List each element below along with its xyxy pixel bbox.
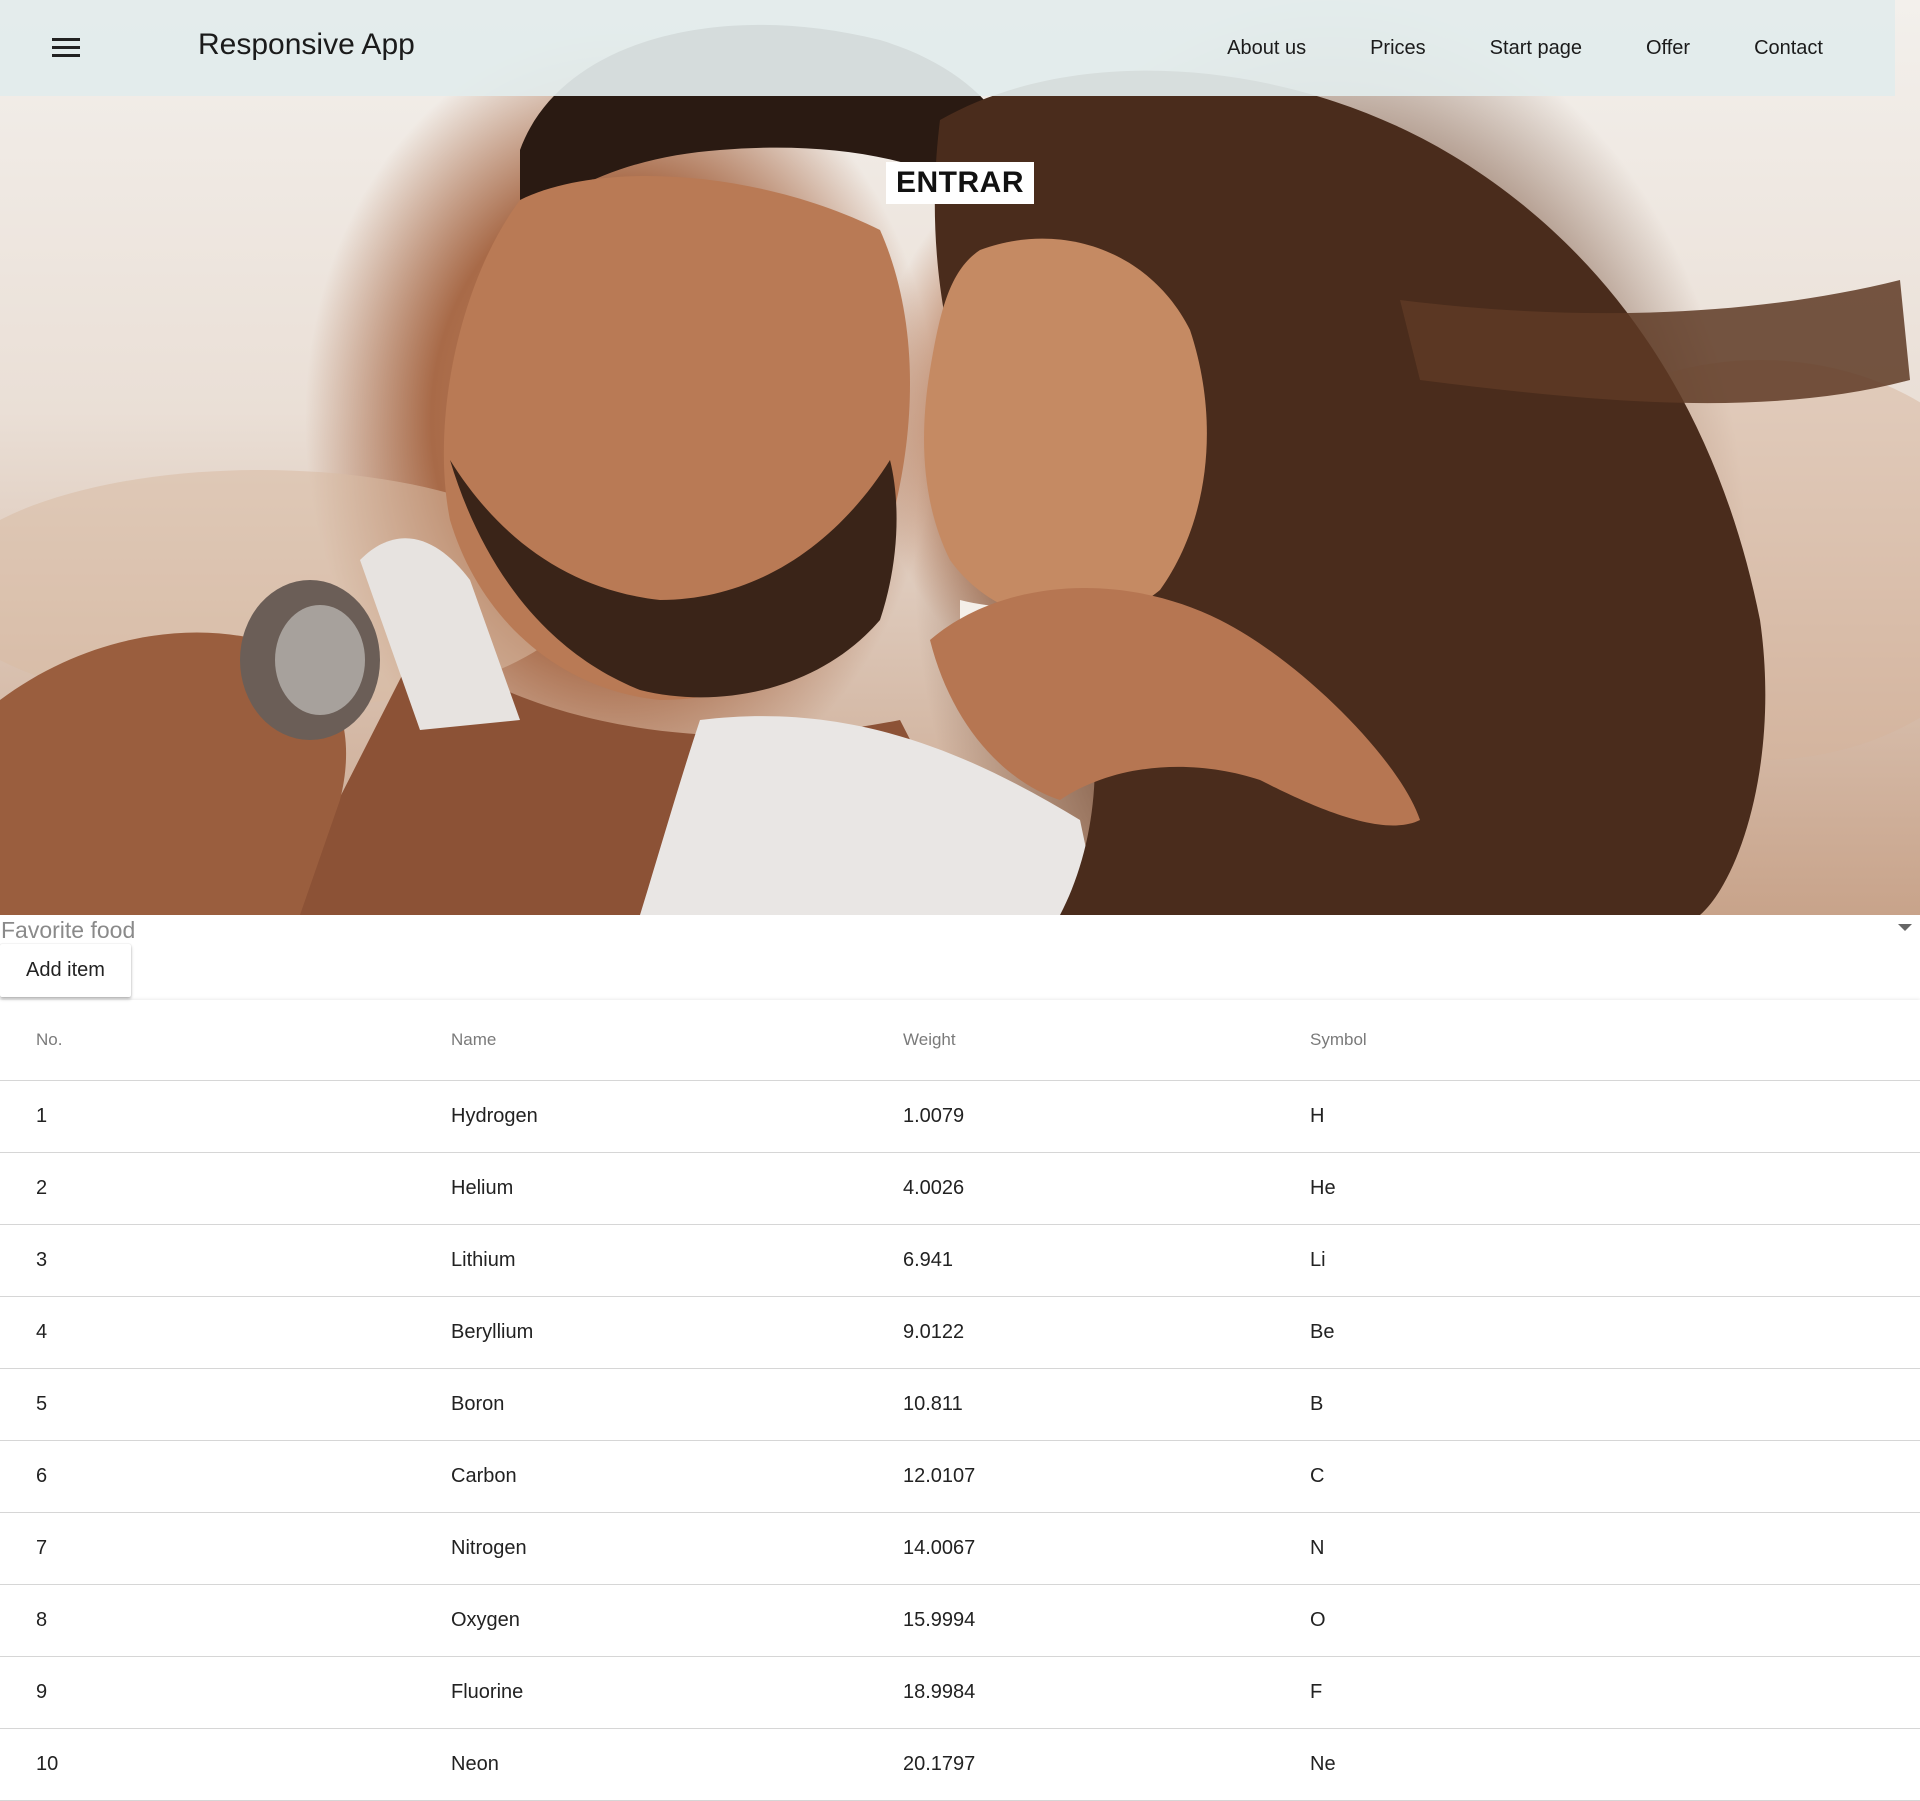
elements-table: No. Name Weight Symbol 1 Hydrogen 1.0079… <box>0 1000 1920 1801</box>
cell-symbol: Ne <box>1310 1753 1336 1775</box>
cell-weight: 1.0079 <box>903 1105 965 1127</box>
add-item-button[interactable]: Add item <box>0 944 131 997</box>
cell-no: 3 <box>36 1249 48 1271</box>
table-row: 9 Fluorine 18.9984 F <box>0 1657 1920 1729</box>
nav-offer[interactable]: Offer <box>1614 37 1722 60</box>
table-row: 1 Hydrogen 1.0079 H <box>0 1081 1920 1153</box>
top-app-bar: Responsive App About us Prices Start pag… <box>0 0 1895 96</box>
cell-symbol: O <box>1310 1609 1326 1631</box>
cell-name: Nitrogen <box>451 1537 527 1559</box>
cell-symbol: Li <box>1310 1249 1326 1271</box>
nav-start-page[interactable]: Start page <box>1458 37 1614 60</box>
cell-weight: 4.0026 <box>903 1177 965 1199</box>
cell-no: 5 <box>36 1393 48 1415</box>
cell-no: 4 <box>36 1321 48 1343</box>
cell-weight: 10.811 <box>903 1393 963 1415</box>
cell-no: 8 <box>36 1609 48 1631</box>
table-row: 10 Neon 20.1797 Ne <box>0 1729 1920 1801</box>
cell-no: 1 <box>36 1105 48 1127</box>
table-row: 4 Beryllium 9.0122 Be <box>0 1297 1920 1369</box>
cell-weight: 9.0122 <box>903 1321 965 1343</box>
cell-symbol: He <box>1310 1177 1336 1199</box>
table-header-row: No. Name Weight Symbol <box>0 1000 1920 1081</box>
cell-name: Helium <box>451 1177 514 1199</box>
cell-no: 2 <box>36 1177 48 1199</box>
table-row: 3 Lithium 6.941 Li <box>0 1225 1920 1297</box>
cell-name: Hydrogen <box>451 1105 538 1127</box>
hero-photo <box>0 0 1920 915</box>
app-title: Responsive App <box>198 28 415 61</box>
table-row: 6 Carbon 12.0107 C <box>0 1441 1920 1513</box>
cell-no: 10 <box>36 1753 59 1775</box>
cell-weight: 20.1797 <box>903 1753 976 1775</box>
cell-symbol: Be <box>1310 1321 1335 1343</box>
cell-name: Boron <box>451 1393 505 1415</box>
cell-weight: 18.9984 <box>903 1681 976 1703</box>
select-placeholder: Favorite food <box>1 917 136 943</box>
column-header-weight[interactable]: Weight <box>903 1000 956 1080</box>
table-row: 7 Nitrogen 14.0067 N <box>0 1513 1920 1585</box>
dropdown-arrow-icon <box>1898 924 1912 931</box>
cell-name: Oxygen <box>451 1609 520 1631</box>
cell-no: 7 <box>36 1537 48 1559</box>
cell-name: Carbon <box>451 1465 517 1487</box>
cell-name: Fluorine <box>451 1681 524 1703</box>
cell-symbol: N <box>1310 1537 1325 1559</box>
entrar-button[interactable]: ENTRAR <box>886 162 1034 204</box>
cell-weight: 15.9994 <box>903 1609 976 1631</box>
hero-photo-illustration <box>0 24 1920 915</box>
cell-name: Beryllium <box>451 1321 534 1343</box>
column-header-no[interactable]: No. <box>36 1000 62 1080</box>
cell-no: 9 <box>36 1681 48 1703</box>
main-nav: About us Prices Start page Offer Contact <box>1195 0 1855 96</box>
cell-symbol: F <box>1310 1681 1323 1703</box>
cell-symbol: C <box>1310 1465 1325 1487</box>
cell-weight: 12.0107 <box>903 1465 976 1487</box>
page: Responsive App About us Prices Start pag… <box>0 0 1920 1801</box>
hamburger-icon <box>52 38 80 58</box>
column-header-symbol[interactable]: Symbol <box>1310 1000 1367 1080</box>
cell-weight: 14.0067 <box>903 1537 976 1559</box>
cell-no: 6 <box>36 1465 48 1487</box>
table-row: 2 Helium 4.0026 He <box>0 1153 1920 1225</box>
table-row: 5 Boron 10.811 B <box>0 1369 1920 1441</box>
table-row: 8 Oxygen 15.9994 O <box>0 1585 1920 1657</box>
menu-button[interactable] <box>40 26 92 70</box>
favorite-food-select[interactable]: Favorite food <box>0 916 1920 943</box>
cell-symbol: H <box>1310 1105 1325 1127</box>
cell-name: Neon <box>451 1753 499 1775</box>
cell-weight: 6.941 <box>903 1249 954 1271</box>
nav-about-us[interactable]: About us <box>1195 37 1338 60</box>
cell-name: Lithium <box>451 1249 516 1271</box>
nav-prices[interactable]: Prices <box>1338 37 1458 60</box>
nav-contact[interactable]: Contact <box>1722 37 1855 60</box>
column-header-name[interactable]: Name <box>451 1000 496 1080</box>
cell-symbol: B <box>1310 1393 1324 1415</box>
